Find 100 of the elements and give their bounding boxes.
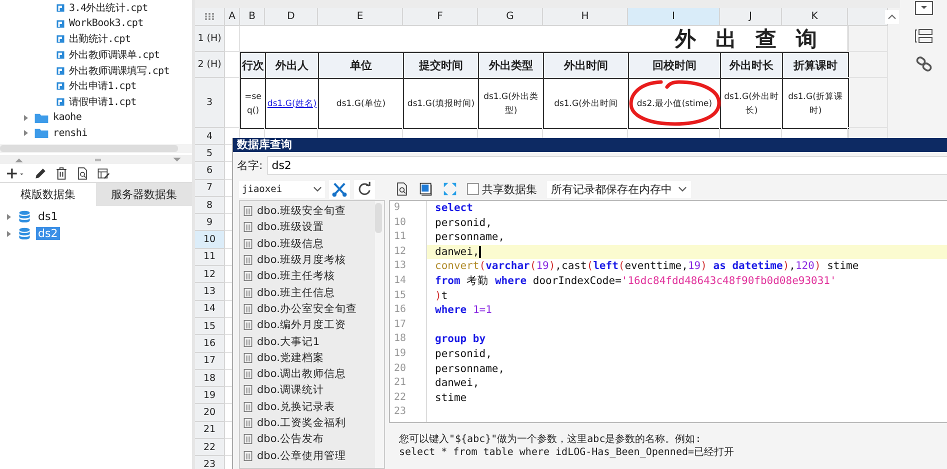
row-header[interactable]: 7: [195, 180, 225, 197]
column-header[interactable]: K: [782, 8, 848, 26]
table-icon: [243, 286, 253, 299]
code-line: convert(varchar(19),cast(left(eventtime,19) as datetime),120) stime: [435, 259, 859, 274]
row-header[interactable]: 17: [195, 352, 225, 370]
line-number: 22: [394, 390, 408, 405]
file-item[interactable]: 外出教师调课填写.cpt: [69, 64, 170, 78]
column-header[interactable]: G: [478, 8, 543, 26]
share-dataset-checkbox[interactable]: 共享数据集: [467, 182, 537, 196]
scrollbar-thumb[interactable]: [375, 203, 382, 233]
table-item[interactable]: dbo.调出教师信息: [257, 367, 346, 382]
row-header[interactable]: 6: [195, 162, 225, 180]
name-field[interactable]: ds2: [266, 156, 947, 174]
add-icon[interactable]: [6, 166, 26, 180]
row-header[interactable]: 15: [195, 318, 225, 336]
preview-icon[interactable]: [76, 166, 89, 180]
row-header[interactable]: 13: [195, 283, 225, 301]
file-item[interactable]: 3.4外出统计.cpt: [69, 0, 148, 15]
edit-table-icon[interactable]: [97, 166, 110, 180]
row-header[interactable]: 5: [195, 145, 225, 162]
empty-cell[interactable]: [848, 26, 888, 52]
column-header[interactable]: I: [628, 8, 720, 26]
scrollbar-thumb[interactable]: [0, 145, 178, 152]
row-header[interactable]: 14: [195, 300, 225, 318]
file-item[interactable]: 出勤统计.cpt: [69, 32, 131, 46]
column-header[interactable]: E: [318, 8, 403, 26]
drag-handle-icon[interactable]: [93, 156, 103, 162]
expand-arrow-icon[interactable]: [22, 129, 30, 138]
preview-icon[interactable]: [395, 182, 409, 196]
file-item[interactable]: 请假申请1.cpt: [69, 94, 136, 109]
row-header[interactable]: 11: [195, 248, 225, 266]
row-header[interactable]: 19: [195, 387, 225, 404]
layout-icon[interactable]: [914, 28, 934, 44]
refresh-icon[interactable]: [354, 180, 375, 198]
row-header[interactable]: 1 (H): [195, 26, 225, 52]
storage-dropdown[interactable]: 所有记录都保存在内存中: [547, 180, 691, 198]
column-header[interactable]: H: [543, 8, 628, 26]
table-icon: [243, 221, 253, 234]
column-header[interactable]: F: [403, 8, 478, 26]
collapse-up-icon[interactable]: [14, 156, 24, 162]
table-item[interactable]: dbo.班级信息: [257, 236, 324, 251]
trash-icon[interactable]: [55, 166, 68, 180]
table-item[interactable]: dbo.党建档案: [257, 350, 324, 365]
empty-cell[interactable]: [848, 78, 888, 128]
row-header[interactable]: 3: [195, 78, 225, 128]
pencil-icon[interactable]: [34, 166, 47, 180]
column-header[interactable]: A: [225, 8, 240, 26]
table-item[interactable]: dbo.调课统计: [257, 383, 324, 398]
row-header[interactable]: 12: [195, 266, 225, 284]
row-header[interactable]: 22: [195, 439, 225, 456]
table-item[interactable]: dbo.公章使用管理: [257, 448, 346, 463]
connection-dropdown[interactable]: jiaoxei: [239, 180, 325, 198]
row-header[interactable]: 20: [195, 404, 225, 422]
row-header[interactable]: 18: [195, 370, 225, 388]
expand-arrow-icon[interactable]: [5, 230, 13, 238]
expand-icon[interactable]: [443, 182, 457, 196]
file-item[interactable]: 外出申请1.cpt: [69, 79, 136, 94]
scroll-up-icon[interactable]: [885, 10, 899, 24]
table-item[interactable]: dbo.工资奖金福利: [257, 416, 346, 430]
empty-cell[interactable]: [225, 78, 240, 128]
table-item[interactable]: dbo.公告发布: [257, 432, 324, 446]
table-icon: [243, 205, 253, 218]
row-header[interactable]: 23: [195, 456, 225, 469]
table-item[interactable]: dbo.班级设置: [257, 220, 324, 234]
dataset-item[interactable]: ds1: [36, 210, 60, 223]
table-item[interactable]: dbo.班级安全旬查: [257, 204, 346, 218]
sql-editor[interactable]: [389, 200, 947, 423]
chevron-down-icon: [678, 186, 687, 192]
table-item[interactable]: dbo.兑换记录表: [257, 400, 335, 414]
folder-item[interactable]: renshi: [53, 128, 88, 139]
table-item[interactable]: dbo.班级月度考核: [257, 253, 346, 268]
row-header[interactable]: 4: [195, 128, 225, 145]
row-header[interactable]: 21: [195, 422, 225, 440]
column-header[interactable]: B: [240, 8, 265, 26]
row-header[interactable]: 2 (H): [195, 52, 225, 78]
row-header[interactable]: 16: [195, 335, 225, 353]
link-icon[interactable]: [914, 56, 934, 72]
scissors-icon[interactable]: [329, 180, 350, 198]
table-item[interactable]: dbo.编外月度工资: [257, 318, 346, 332]
file-item[interactable]: 外出教师调课单.cpt: [69, 48, 160, 62]
table-item[interactable]: dbo.办公室安全旬查: [257, 302, 357, 316]
select-all-icon[interactable]: [205, 13, 214, 20]
row-header[interactable]: 10: [195, 231, 225, 249]
column-header[interactable]: J: [720, 8, 782, 26]
save-icon[interactable]: [419, 182, 433, 196]
row-header[interactable]: 9: [195, 214, 225, 232]
dropdown-box-icon[interactable]: [914, 0, 934, 16]
table-item[interactable]: dbo.班主任信息: [257, 286, 335, 300]
dataset-tab[interactable]: 服务器数据集: [96, 183, 192, 206]
collapse-down-icon[interactable]: [172, 156, 182, 162]
column-header[interactable]: D: [265, 8, 318, 26]
expand-arrow-icon[interactable]: [5, 212, 13, 220]
line-number: 10: [394, 216, 408, 230]
row-header[interactable]: 8: [195, 196, 225, 214]
code-line: personname,: [435, 362, 505, 376]
file-item[interactable]: WorkBook3.cpt: [69, 18, 144, 30]
table-item[interactable]: dbo.大事记1: [257, 334, 320, 349]
table-item[interactable]: dbo.班主任考核: [257, 269, 335, 284]
expand-arrow-icon[interactable]: [22, 114, 30, 122]
folder-item[interactable]: kaohe: [53, 112, 82, 124]
